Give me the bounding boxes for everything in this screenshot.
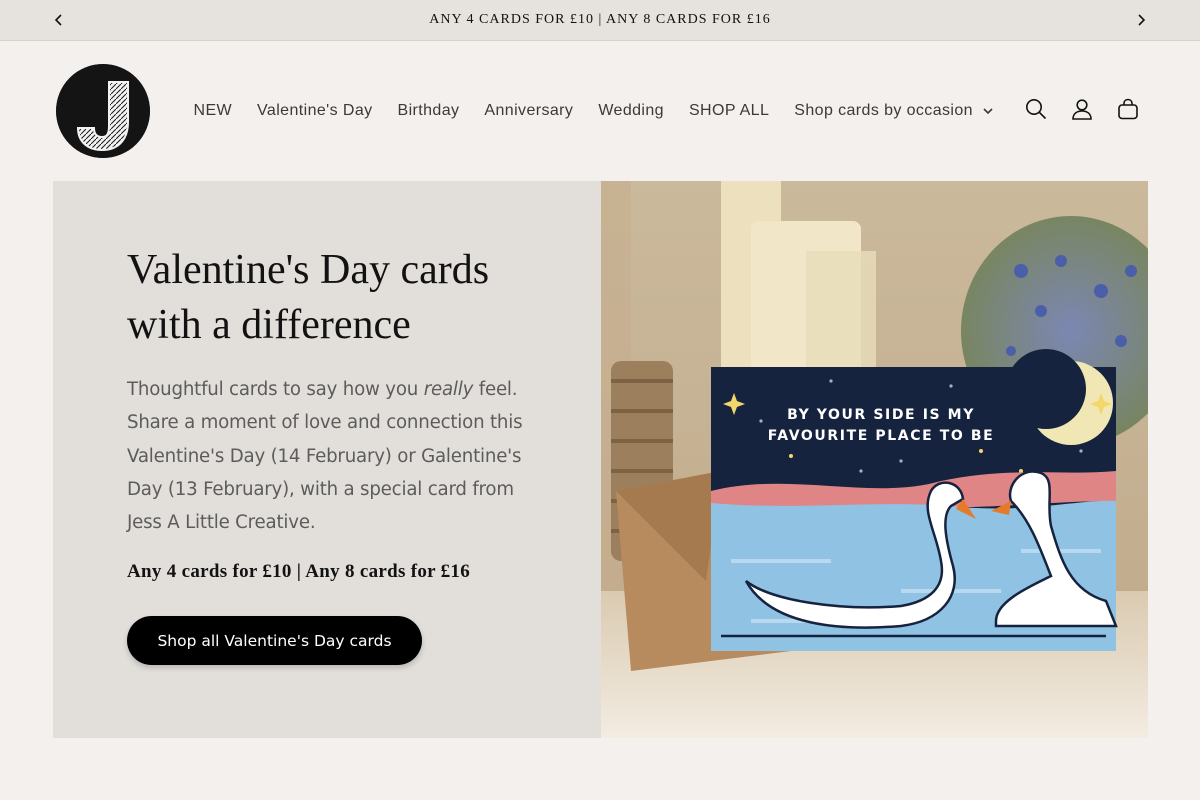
- shop-valentines-button[interactable]: Shop all Valentine's Day cards: [127, 616, 422, 665]
- hero-heading: Valentine's Day cards with a difference: [127, 247, 490, 348]
- hero-offer: Any 4 cards for £10 | Any 8 cards for £1…: [127, 561, 470, 582]
- nav-item-wedding[interactable]: Wedding: [598, 102, 664, 120]
- hero-photo-swan-card: BY YOUR SIDE IS MY FAVOURITE PLACE TO BE: [601, 181, 1148, 738]
- nav-item-shop-by-occasion[interactable]: Shop cards by occasion: [794, 102, 993, 120]
- nav-item-label: Birthday: [397, 102, 460, 119]
- nav-item-shop-all[interactable]: SHOP ALL: [689, 102, 769, 120]
- hero-image: BY YOUR SIDE IS MY FAVOURITE PLACE TO BE: [601, 181, 1148, 738]
- cart-icon: [1118, 98, 1138, 120]
- nav-item-valentines-day[interactable]: Valentine's Day: [257, 102, 372, 120]
- site-header: NEW Valentine's Day Birthday Anniversary…: [0, 41, 1200, 181]
- account-button[interactable]: [1060, 87, 1104, 131]
- nav-item-anniversary[interactable]: Anniversary: [484, 102, 573, 120]
- search-icon: [1026, 99, 1047, 120]
- announcement-next-button[interactable]: [1131, 10, 1151, 30]
- account-icon: [1072, 99, 1092, 120]
- hero-banner: Valentine's Day cards with a difference …: [53, 181, 1148, 738]
- chevron-right-icon: [1138, 14, 1146, 26]
- nav-item-label: NEW: [193, 102, 233, 119]
- announcement-text: ANY 4 CARDS FOR £10 | ANY 8 CARDS FOR £1…: [429, 12, 771, 27]
- nav-item-label: Anniversary: [484, 102, 574, 119]
- hero-text-panel: Valentine's Day cards with a difference …: [53, 181, 601, 738]
- nav-item-birthday[interactable]: Birthday: [398, 102, 460, 120]
- search-button[interactable]: [1014, 87, 1058, 131]
- hero-description-text: Thoughtful cards to say how you: [127, 379, 424, 400]
- nav-item-label: SHOP ALL: [688, 102, 770, 119]
- hero-description: Thoughtful cards to say how you really f…: [127, 373, 537, 539]
- card-text-line2: FAVOURITE PLACE TO BE: [768, 428, 995, 444]
- nav-item-label: Valentine's Day: [257, 102, 373, 119]
- hero-description-emphasis: really: [423, 379, 474, 400]
- header-actions: [1014, 87, 1152, 131]
- main-nav: NEW Valentine's Day Birthday Anniversary…: [181, 99, 1005, 123]
- chevron-down-icon: [983, 107, 993, 114]
- logo-letter-j-icon: [56, 64, 150, 158]
- nav-item-new[interactable]: NEW: [194, 102, 233, 120]
- card-text-line1: BY YOUR SIDE IS MY: [787, 407, 975, 423]
- nav-item-label: Wedding: [598, 102, 664, 119]
- site-logo[interactable]: [56, 64, 150, 158]
- announcement-bar: ANY 4 CARDS FOR £10 | ANY 8 CARDS FOR £1…: [0, 0, 1200, 41]
- nav-item-label: Shop cards by occasion: [794, 102, 973, 119]
- hero-description-text-end: feel. Share a moment of love and connect…: [127, 379, 523, 534]
- cart-button[interactable]: [1106, 87, 1150, 131]
